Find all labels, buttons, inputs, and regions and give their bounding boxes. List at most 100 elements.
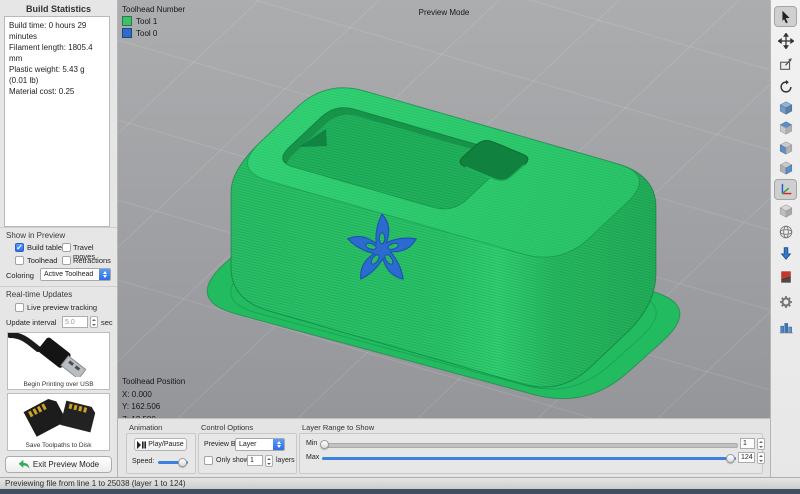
show-axes-icon[interactable] <box>774 179 797 200</box>
only-show-checkbox[interactable] <box>204 456 213 465</box>
stat-material-cost: Material cost: 0.25 <box>9 86 105 97</box>
preview-scene <box>118 0 770 418</box>
status-text: Previewing file from line 1 to 25038 (la… <box>0 478 800 489</box>
sd-cards-icon <box>8 394 109 438</box>
toolpath-stats-icon[interactable] <box>774 316 797 337</box>
checkbox-toolhead[interactable] <box>15 256 24 265</box>
tool1-color-swatch <box>122 16 132 26</box>
preview-controls-bar: Animation Play/Pause Speed: Control Opti… <box>118 418 770 477</box>
disk-button-label: Save Toolpaths to Disk <box>8 442 109 449</box>
only-show-field[interactable]: 1 <box>247 455 263 466</box>
view-front-icon[interactable] <box>774 137 797 158</box>
move-model-icon[interactable] <box>774 30 797 51</box>
preview-by-label: Preview By <box>204 441 239 448</box>
toolhead-x: X: 0.000 <box>122 389 185 402</box>
max-layer-value: 124 <box>741 454 753 461</box>
begin-printing-usb-button[interactable]: Begin Printing over USB <box>7 332 110 390</box>
update-interval-label: Update interval <box>6 318 56 327</box>
play-pause-label: Play/Pause <box>148 441 183 448</box>
preview-by-dropdown[interactable]: Layer <box>235 438 285 451</box>
stat-plastic-weight: Plastic weight: 5.43 g (0.01 lb) <box>9 64 105 86</box>
update-interval-stepper[interactable] <box>90 316 98 328</box>
live-preview-tracking-label: Live preview tracking <box>27 303 97 312</box>
view-top-icon[interactable] <box>774 117 797 138</box>
checkbox-toolhead-label: Toolhead <box>27 256 57 265</box>
max-layer-stepper[interactable] <box>757 452 765 464</box>
stat-filament-length: Filament length: 1805.4 mm <box>9 42 105 64</box>
pan-view-icon[interactable] <box>774 53 797 74</box>
checkbox-live-preview-tracking[interactable] <box>15 303 24 312</box>
exit-button-label: Exit Preview Mode <box>33 460 99 469</box>
settings-gear-icon[interactable] <box>774 291 797 312</box>
checkbox-retractions-label: Retractions <box>73 256 111 265</box>
panel-title: Build Statistics <box>0 4 117 14</box>
dropdown-stepper-icon <box>273 439 284 450</box>
save-toolpaths-disk-button[interactable]: Save Toolpaths to Disk <box>7 393 110 451</box>
update-interval-unit: sec <box>101 318 113 327</box>
preview-mode-label: Preview Mode <box>118 8 770 17</box>
place-on-bed-icon[interactable] <box>774 242 797 263</box>
show-in-preview-header: Show in Preview <box>6 231 65 240</box>
check-icon: ✓ <box>16 244 23 251</box>
speed-label: Speed: <box>132 458 154 465</box>
layer-range-group-label: Layer Range to Show <box>302 423 374 432</box>
cross-section-icon[interactable] <box>774 266 797 287</box>
view-side-icon[interactable] <box>774 157 797 178</box>
play-pause-icon <box>137 441 146 449</box>
max-layer-slider[interactable] <box>322 457 736 460</box>
min-layer-value: 1 <box>743 440 747 447</box>
checkbox-build-table[interactable]: ✓ <box>15 243 24 252</box>
coloring-dropdown-value: Active Toolhead <box>41 271 99 278</box>
min-layer-slider[interactable] <box>322 443 738 448</box>
window-bottom-strip <box>0 489 800 494</box>
checkbox-travel-moves[interactable] <box>62 243 71 252</box>
view-toolbar <box>770 0 800 477</box>
build-stats-box: Build time: 0 hours 29 minutes Filament … <box>4 16 110 227</box>
divider <box>0 286 117 287</box>
toolhead-position-title: Toolhead Position <box>122 376 185 389</box>
tool1-label: Tool 1 <box>136 17 157 26</box>
control-options-group-label: Control Options <box>201 423 253 432</box>
checkbox-build-table-label: Build table <box>27 243 62 252</box>
only-show-stepper[interactable] <box>265 455 273 467</box>
exit-preview-mode-button[interactable]: Exit Preview Mode <box>5 456 112 473</box>
tool0-label: Tool 0 <box>136 29 157 38</box>
legend-item-tool1: Tool 1 <box>122 16 185 26</box>
app-window: { "left_panel": { "title": "Build Statis… <box>0 0 800 494</box>
realtime-updates-header: Real-time Updates <box>6 290 72 299</box>
legend-item-tool0: Tool 0 <box>122 28 185 38</box>
viewport-3d[interactable]: Toolhead Number Tool 1 Tool 0 Preview Mo… <box>118 0 770 418</box>
tool0-color-swatch <box>122 28 132 38</box>
only-show-unit: layers <box>276 457 295 464</box>
max-label: Max <box>306 454 319 461</box>
layer-range-group <box>299 433 763 474</box>
only-show-label: Only show <box>216 457 249 464</box>
rotate-view-icon[interactable] <box>774 76 797 97</box>
solid-render-icon[interactable] <box>774 200 797 221</box>
wireframe-render-icon[interactable] <box>774 221 797 242</box>
min-layer-field[interactable]: 1 <box>740 438 755 449</box>
min-layer-stepper[interactable] <box>757 438 765 450</box>
preview-by-value: Layer <box>236 441 273 448</box>
back-arrow-icon <box>18 459 30 470</box>
play-pause-button[interactable]: Play/Pause <box>134 438 187 451</box>
min-slider-handle[interactable] <box>320 440 329 449</box>
view-isometric-icon[interactable] <box>774 97 797 118</box>
divider <box>0 227 117 228</box>
build-statistics-panel: Build Statistics Build time: 0 hours 29 … <box>0 0 118 477</box>
update-interval-field[interactable]: 5.0 <box>62 316 88 328</box>
select-cursor-icon[interactable] <box>774 6 797 27</box>
coloring-label: Coloring <box>6 271 34 280</box>
speed-slider-handle[interactable] <box>178 458 187 467</box>
update-interval-value: 5.0 <box>65 319 75 326</box>
min-label: Min <box>306 440 317 447</box>
dropdown-stepper-icon <box>99 269 110 280</box>
coloring-dropdown[interactable]: Active Toolhead <box>40 268 111 281</box>
toolhead-y: Y: 162.506 <box>122 401 185 414</box>
animation-group-label: Animation <box>129 423 162 432</box>
only-show-value: 1 <box>250 457 254 464</box>
max-slider-handle[interactable] <box>726 454 735 463</box>
max-layer-field[interactable]: 124 <box>738 452 755 463</box>
usb-cable-icon <box>8 333 109 377</box>
checkbox-retractions[interactable] <box>62 256 71 265</box>
